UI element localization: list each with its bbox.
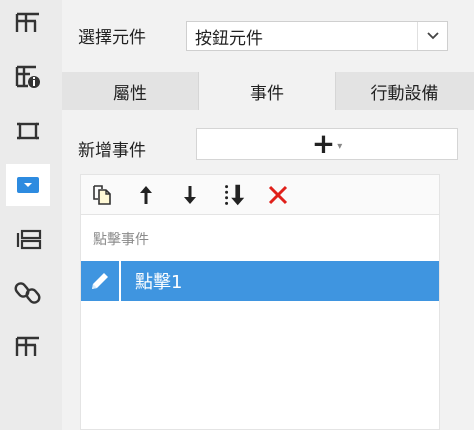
table-info-button[interactable] [6,56,50,98]
icon-rail [0,0,62,430]
table-icon [15,12,39,32]
plus-icon: + [311,127,336,160]
select-component-row: 選擇元件 [78,18,146,52]
layout-button[interactable] [6,218,50,260]
edit-icon[interactable] [81,261,121,301]
properties-panel: 選擇元件 按鈕元件 屬性 事件 行動設備 新增事件 + ▾ 點擊事件 點擊1 [62,0,474,430]
tab-events[interactable]: 事件 [199,72,336,110]
copy-icon[interactable] [89,182,115,208]
table-info-icon [15,65,40,88]
caret-down-icon: ▾ [337,140,343,152]
component-select[interactable]: 按鈕元件 [186,21,448,51]
tab-bar: 屬性 事件 行動設備 [62,72,474,110]
move-to-bottom-icon[interactable] [221,182,247,208]
layout-icon [16,229,42,250]
arrow-down-icon[interactable] [177,182,203,208]
chevron-down-icon[interactable] [417,22,447,50]
component-select-value: 按鈕元件 [195,28,263,49]
arrow-up-icon[interactable] [133,182,159,208]
frame-button[interactable] [6,110,50,152]
link-icon [14,282,41,304]
dropdown-button[interactable] [6,164,50,206]
dropdown-icon [17,177,39,193]
delete-icon[interactable] [265,182,291,208]
table-button-2[interactable] [6,326,50,368]
select-component-label: 選擇元件 [78,27,146,48]
link-button[interactable] [6,272,50,314]
list-header: 點擊事件 [93,232,149,248]
event-list: 點擊事件 點擊1 [80,214,440,430]
table-icon [15,336,39,356]
event-name: 點擊1 [135,272,183,293]
event-toolbar [80,174,440,214]
table-button[interactable] [6,2,50,44]
list-item[interactable]: 點擊1 [81,261,439,301]
frame-icon [17,122,39,140]
add-event-label: 新增事件 [78,141,146,161]
tab-mobile[interactable]: 行動設備 [336,72,473,110]
add-event-button[interactable]: + ▾ [196,128,458,160]
tab-properties[interactable]: 屬性 [62,72,199,110]
